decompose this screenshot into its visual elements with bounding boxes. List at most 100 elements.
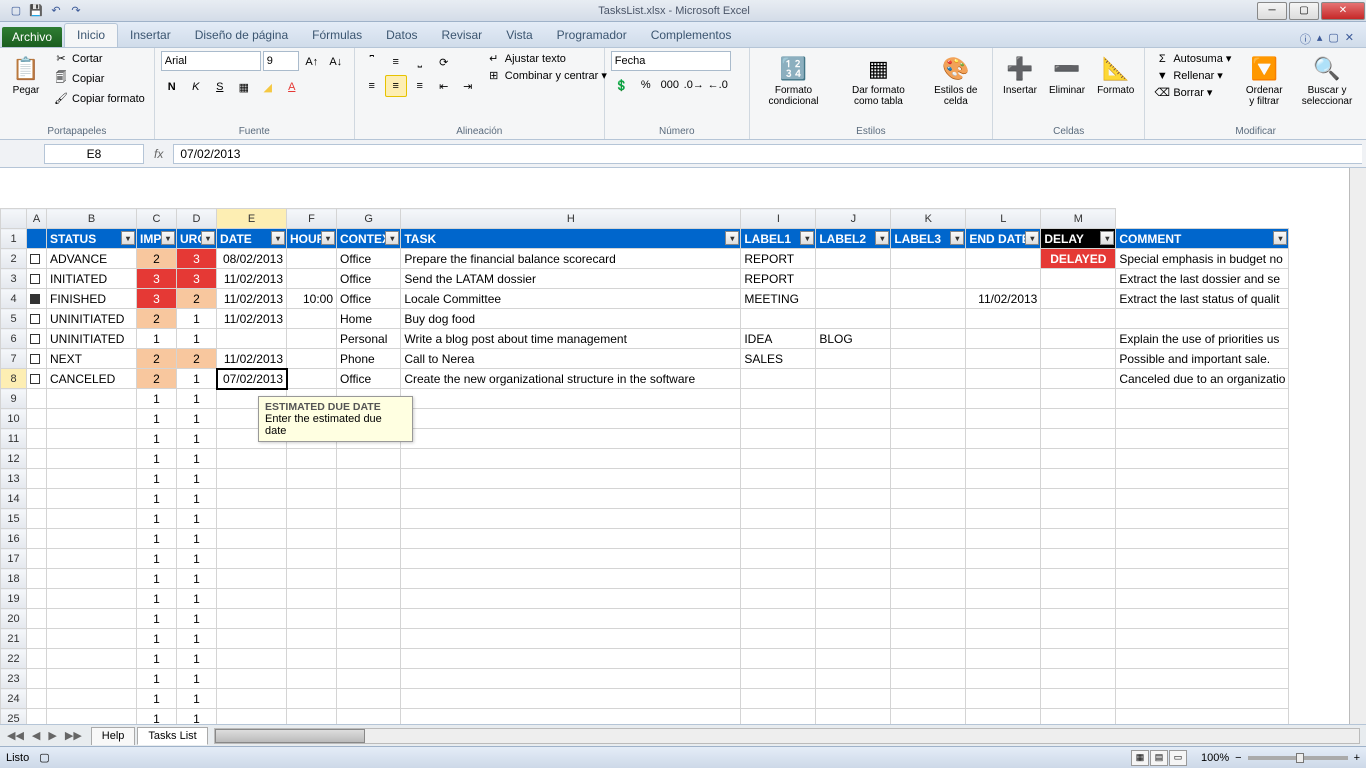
cell[interactable] [217,469,287,489]
table-header-cell[interactable]: LABEL2▾ [816,229,891,249]
cell[interactable] [966,529,1041,549]
cell[interactable]: FINISHED [47,289,137,309]
cell[interactable] [1041,429,1116,449]
tab-revisar[interactable]: Revisar [430,24,495,47]
cell[interactable] [337,649,401,669]
cell[interactable] [816,469,891,489]
cell[interactable] [27,429,47,449]
cell[interactable] [1116,709,1289,725]
row-header[interactable]: 9 [1,389,27,409]
cell[interactable] [1041,289,1116,309]
table-header-cell[interactable]: DATE▾ [217,229,287,249]
cell[interactable]: 1 [177,329,217,349]
cell[interactable] [47,589,137,609]
cell[interactable] [891,489,966,509]
cell[interactable] [966,669,1041,689]
tab-insertar[interactable]: Insertar [118,24,183,47]
undo-icon[interactable]: ↶ [48,3,64,19]
cell[interactable]: Phone [337,349,401,369]
table-header-cell[interactable]: LABEL1▾ [741,229,816,249]
cell[interactable] [47,489,137,509]
filter-dropdown-icon[interactable]: ▾ [725,231,739,245]
sheet-last-icon[interactable]: ▶▶ [62,729,85,742]
col-header[interactable]: J [816,209,891,229]
formula-input[interactable]: 07/02/2013 [173,144,1362,164]
cell[interactable] [27,529,47,549]
row-header[interactable]: 15 [1,509,27,529]
filter-dropdown-icon[interactable]: ▾ [950,231,964,245]
cell[interactable] [401,489,741,509]
cell[interactable] [217,529,287,549]
cell[interactable] [401,549,741,569]
cell[interactable] [816,649,891,669]
cell[interactable]: 11/02/2013 [966,289,1041,309]
row-header[interactable]: 22 [1,649,27,669]
border-button[interactable]: ▦ [233,76,255,98]
tab-file[interactable]: Archivo [2,27,62,47]
cell[interactable]: ADVANCE [47,249,137,269]
underline-button[interactable]: S [209,76,231,98]
cell[interactable]: 1 [137,549,177,569]
copy-button[interactable]: 🗐Copiar [50,68,148,89]
cell[interactable]: 1 [177,629,217,649]
align-bottom-icon[interactable]: ⎵ [409,51,431,73]
cell[interactable]: 1 [177,509,217,529]
cell[interactable] [1041,409,1116,429]
cell[interactable] [816,249,891,269]
cell[interactable]: 1 [137,469,177,489]
cell[interactable] [27,289,47,309]
cell[interactable] [891,249,966,269]
cell[interactable]: 1 [177,649,217,669]
align-middle-icon[interactable]: ≡ [385,51,407,73]
cell[interactable]: 1 [137,589,177,609]
macro-record-icon[interactable]: ▢ [39,751,49,764]
cell[interactable] [27,389,47,409]
cell[interactable] [217,449,287,469]
row-header[interactable]: 6 [1,329,27,349]
cell[interactable] [816,389,891,409]
cell[interactable]: Write a blog post about time management [401,329,741,349]
cell[interactable]: REPORT [741,269,816,289]
cell[interactable]: Office [337,369,401,389]
merge-center-button[interactable]: ⊞Combinar y centrar ▾ [483,68,610,83]
cell[interactable] [1041,669,1116,689]
cell[interactable]: Extract the last status of qualit [1116,289,1289,309]
cell[interactable] [287,609,337,629]
cell[interactable]: 1 [177,309,217,329]
cell[interactable]: Canceled due to an organizatio [1116,369,1289,389]
cell[interactable] [1041,529,1116,549]
font-color-button[interactable]: A [281,76,303,98]
cell[interactable]: 1 [177,449,217,469]
cell[interactable] [966,609,1041,629]
decrease-font-icon[interactable]: A↓ [325,51,347,73]
row-header[interactable]: 5 [1,309,27,329]
fx-icon[interactable]: fx [144,147,173,161]
minimize-ribbon-icon[interactable]: ▴ [1317,31,1323,47]
cell[interactable] [337,569,401,589]
filter-dropdown-icon[interactable]: ▾ [1100,231,1114,245]
cell[interactable] [47,449,137,469]
cell[interactable] [1116,549,1289,569]
filter-dropdown-icon[interactable]: ▾ [800,231,814,245]
cell[interactable] [891,669,966,689]
cell[interactable] [816,629,891,649]
cell[interactable] [47,549,137,569]
row-header[interactable]: 8 [1,369,27,389]
cell[interactable] [816,509,891,529]
col-header[interactable]: E [217,209,287,229]
cell[interactable] [401,569,741,589]
cell[interactable]: Extract the last dossier and se [1116,269,1289,289]
cell[interactable] [1041,649,1116,669]
table-header-cell[interactable]: LABEL3▾ [891,229,966,249]
col-header[interactable]: B [47,209,137,229]
cell[interactable] [1116,429,1289,449]
table-header-cell[interactable]: IMP▾ [137,229,177,249]
cell[interactable] [1041,549,1116,569]
table-header-cell[interactable]: DELAY▾ [1041,229,1116,249]
cell[interactable]: Call to Nerea [401,349,741,369]
cell[interactable] [47,689,137,709]
clear-button[interactable]: ⌫Borrar ▾ [1151,85,1234,100]
cell[interactable] [891,609,966,629]
zoom-in-icon[interactable]: + [1354,752,1360,764]
cell[interactable] [966,469,1041,489]
